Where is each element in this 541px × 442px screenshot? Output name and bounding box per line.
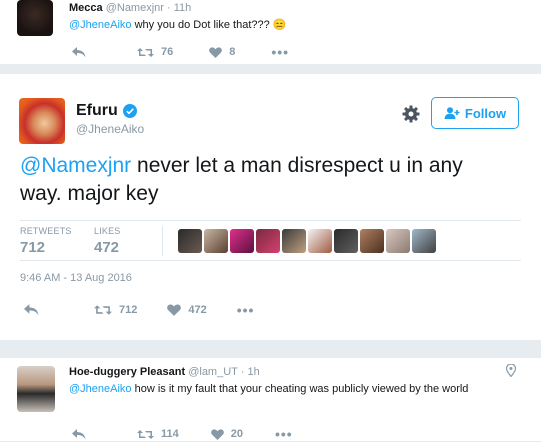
likes-stat[interactable]: LIKES 472 <box>94 226 121 256</box>
liker-avatar[interactable] <box>360 229 384 253</box>
tweet-body: @Namexjnr never let a man disrespect u i… <box>20 152 510 208</box>
liker-avatar[interactable] <box>308 229 332 253</box>
more-icon: ••• <box>271 44 290 60</box>
retweets-stat[interactable]: RETWEETS 712 <box>20 226 72 256</box>
follow-button[interactable]: Follow <box>431 97 519 129</box>
author-handle[interactable]: @Namexjnr <box>106 2 164 14</box>
likes-label: LIKES <box>94 226 121 236</box>
reply-button[interactable] <box>24 304 46 316</box>
follow-person-icon <box>444 107 460 119</box>
reply-card-top[interactable]: Mecca @Namexjnr · 11h @JheneAiko why you… <box>0 0 541 64</box>
tweet-text: why you do Dot like that??? 😑 <box>131 19 287 31</box>
liker-avatar[interactable] <box>230 229 254 253</box>
retweet-icon <box>137 47 154 57</box>
author-name[interactable]: Hoe-duggery Pleasant <box>69 366 185 378</box>
like-button[interactable]: 20 <box>210 428 243 440</box>
divider <box>20 260 521 261</box>
retweet-button[interactable]: 114 <box>137 428 179 440</box>
main-tweet-card: Efuru @JheneAiko Follow @Namexjnr never … <box>0 74 541 340</box>
heart-icon <box>210 428 224 440</box>
mention-link[interactable]: @JheneAiko <box>69 383 132 395</box>
author-name[interactable]: Mecca <box>69 2 103 14</box>
like-count: 472 <box>188 304 207 316</box>
mention-link[interactable]: @Namexjnr <box>20 154 131 177</box>
reply-button[interactable] <box>72 46 93 58</box>
liker-avatar[interactable] <box>178 229 202 253</box>
retweet-count: 114 <box>161 428 179 440</box>
retweet-count: 712 <box>119 304 138 316</box>
like-count: 8 <box>229 46 236 58</box>
retweets-label: RETWEETS <box>20 226 72 236</box>
retweet-icon <box>137 429 154 439</box>
gear-button[interactable] <box>401 104 421 124</box>
retweet-count: 76 <box>161 46 174 58</box>
like-button[interactable]: 472 <box>167 304 207 316</box>
liker-avatar[interactable] <box>282 229 306 253</box>
gear-icon <box>402 105 420 123</box>
more-icon: ••• <box>275 426 293 442</box>
retweet-button[interactable]: 712 <box>94 304 137 316</box>
more-icon: ••• <box>236 302 255 318</box>
more-button[interactable]: ••• <box>271 44 289 60</box>
avatar-mecca[interactable] <box>17 0 53 36</box>
stat-divider <box>162 226 163 256</box>
reply-button[interactable] <box>72 428 93 440</box>
avatar-efuru[interactable] <box>19 98 65 144</box>
liker-avatar[interactable] <box>386 229 410 253</box>
likes-count: 472 <box>94 239 120 256</box>
heart-icon <box>167 304 182 316</box>
tweet-timestamp[interactable]: 9:46 AM - 13 Aug 2016 <box>20 272 132 284</box>
tweet-time[interactable]: · 1h <box>241 366 260 378</box>
author-handle[interactable]: @lam_UT <box>188 366 237 378</box>
location-pin-icon[interactable] <box>506 364 516 377</box>
reply-icon <box>72 46 86 57</box>
retweet-icon <box>94 305 112 315</box>
divider <box>20 220 521 221</box>
reply-icon <box>72 428 86 439</box>
tweet-text: how is it my fault that your cheating wa… <box>131 383 469 395</box>
likers-avatars <box>178 229 438 253</box>
like-count: 20 <box>230 428 243 440</box>
liker-avatar[interactable] <box>334 229 358 253</box>
like-button[interactable]: 8 <box>209 46 235 58</box>
liker-avatar[interactable] <box>256 229 280 253</box>
avatar-hoe-duggery[interactable] <box>17 366 55 412</box>
reply-icon <box>24 304 39 316</box>
author-name[interactable]: Efuru <box>76 102 118 120</box>
liker-avatar[interactable] <box>412 229 436 253</box>
retweet-button[interactable]: 76 <box>137 46 173 58</box>
retweets-count: 712 <box>20 239 46 256</box>
reply-card-bottom[interactable]: Hoe-duggery Pleasant @lam_UT · 1h @Jhene… <box>0 358 541 442</box>
heart-icon <box>209 46 223 58</box>
more-button[interactable]: ••• <box>237 302 255 318</box>
author-handle[interactable]: @JheneAiko <box>76 122 144 136</box>
verified-badge-icon <box>122 104 137 118</box>
follow-label: Follow <box>464 105 507 121</box>
more-button[interactable]: ••• <box>275 426 293 442</box>
mention-link[interactable]: @JheneAiko <box>69 19 132 31</box>
liker-avatar[interactable] <box>204 229 228 253</box>
tweet-time[interactable]: · 11h <box>167 2 191 14</box>
